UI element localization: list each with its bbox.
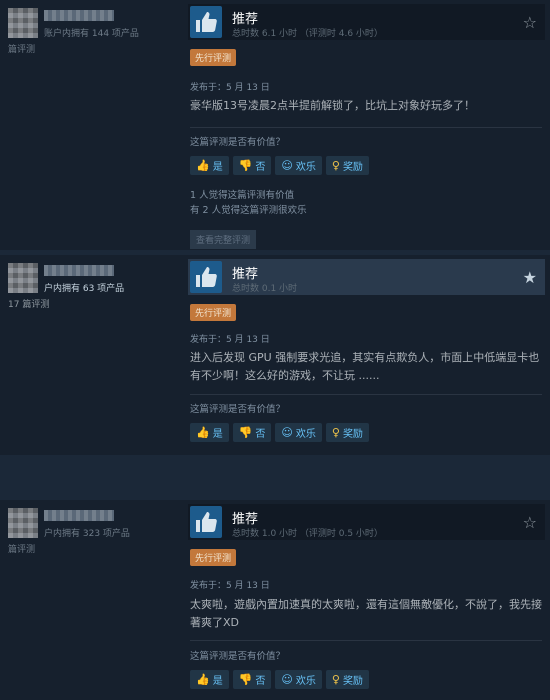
no-label: 否 xyxy=(255,676,266,687)
thumbs-up-icon: 👍 xyxy=(196,159,210,172)
thumbs-up-icon xyxy=(190,506,222,538)
star-icon[interactable]: ★ xyxy=(523,268,537,287)
posted-date: 发布于：5 月 13 日 xyxy=(190,83,270,93)
no-label: 否 xyxy=(255,162,266,173)
yes-label: 是 xyxy=(212,162,223,173)
funny-count: 有 2 人觉得这篇评测很欢乐 xyxy=(190,205,307,216)
no-button[interactable]: 👎 否 xyxy=(232,423,272,442)
posted-date: 发布于：5 月 13 日 xyxy=(190,581,270,591)
playtime: 总时数 0.1 小时 xyxy=(232,284,298,294)
owned-products[interactable]: 户内拥有 63 项产品 xyxy=(44,281,124,294)
recommendation-header[interactable]: 推荐 总时数 6.1 小时 （评测时 4.6 小时） ☆ xyxy=(188,4,545,40)
divider xyxy=(190,394,542,395)
review-content: 推荐 总时数 6.1 小时 （评测时 4.6 小时） ☆ 先行评测 发布于：5 … xyxy=(185,0,550,250)
divider xyxy=(190,640,542,641)
smiley-icon: ☺ xyxy=(281,673,293,686)
award-label: 奖励 xyxy=(342,162,363,173)
read-more-button[interactable]: 查看完整评测 xyxy=(190,230,257,249)
recommendation-title: 推荐 xyxy=(232,12,259,27)
no-label: 否 xyxy=(255,429,266,440)
review-body: 进入后发现 GPU 强制要求光追，其实有点欺负人，市面上中低端显卡也有不少啊！这… xyxy=(190,351,540,382)
vote-buttons: 👍 是 👎 否 ☺ 欢乐 ♀ 奖励 xyxy=(190,423,369,442)
posted-date: 发布于：5 月 13 日 xyxy=(190,335,270,345)
thumbs-up-icon xyxy=(190,261,222,293)
review-card: 账户内拥有 144 项产品 篇评测 推荐 总时数 6.1 小时 （评测时 4.6… xyxy=(0,0,550,250)
award-label: 奖励 xyxy=(342,429,363,440)
avatar[interactable] xyxy=(8,8,38,38)
award-icon: ♀ xyxy=(331,159,340,172)
helpful-question: 这篇评测是否有价值？ xyxy=(190,651,286,662)
early-access-badge: 先行评测 xyxy=(190,549,237,566)
helpful-question: 这篇评测是否有价值？ xyxy=(190,404,286,415)
thumbs-up-icon: 👍 xyxy=(196,426,210,439)
recommendation-title: 推荐 xyxy=(232,512,259,527)
award-icon: ♀ xyxy=(331,673,340,686)
review-count[interactable]: 17 篇评测 xyxy=(8,297,49,310)
helpful-stats: 1 人觉得这篇评测有价值 有 2 人觉得这篇评测很欢乐 xyxy=(190,188,307,218)
username[interactable] xyxy=(44,10,114,21)
owned-products[interactable]: 账户内拥有 144 项产品 xyxy=(44,26,139,39)
yes-button[interactable]: 👍 是 xyxy=(190,670,229,689)
smiley-icon: ☺ xyxy=(281,426,293,439)
star-icon[interactable]: ☆ xyxy=(523,513,537,532)
recommendation-header[interactable]: 推荐 总时数 0.1 小时 ★ xyxy=(188,259,545,295)
owned-products[interactable]: 户内拥有 323 项产品 xyxy=(44,526,130,539)
avatar[interactable] xyxy=(8,508,38,538)
review-count[interactable]: 篇评测 xyxy=(8,42,35,55)
funny-button[interactable]: ☺ 欢乐 xyxy=(275,670,322,689)
funny-label: 欢乐 xyxy=(295,429,316,440)
funny-label: 欢乐 xyxy=(295,676,316,687)
early-access-badge: 先行评测 xyxy=(190,49,237,66)
review-body: 豪华版13号凌晨2点半提前解锁了，比坑上对象好玩多了！ xyxy=(190,99,475,112)
award-button[interactable]: ♀ 奖励 xyxy=(325,156,369,175)
funny-button[interactable]: ☺ 欢乐 xyxy=(275,423,322,442)
yes-label: 是 xyxy=(212,429,223,440)
review-card: 户内拥有 323 项产品 篇评测 推荐 总时数 1.0 小时 （评测时 0.5 … xyxy=(0,500,550,700)
reviewer-info: 户内拥有 63 项产品 17 篇评测 xyxy=(0,255,185,455)
thumbs-down-icon: 👎 xyxy=(238,426,253,439)
playtime: 总时数 1.0 小时 （评测时 0.5 小时） xyxy=(232,529,383,539)
early-access-badge: 先行评测 xyxy=(190,304,237,321)
award-button[interactable]: ♀ 奖励 xyxy=(325,423,369,442)
no-button[interactable]: 👎 否 xyxy=(232,156,272,175)
funny-label: 欢乐 xyxy=(295,162,316,173)
reviewer-info: 账户内拥有 144 项产品 篇评测 xyxy=(0,0,185,250)
vote-buttons: 👍 是 👎 否 ☺ 欢乐 ♀ 奖励 xyxy=(190,670,369,689)
review-content: 推荐 总时数 1.0 小时 （评测时 0.5 小时） ☆ 先行评测 发布于：5 … xyxy=(185,500,550,700)
helpful-question: 这篇评测是否有价值？ xyxy=(190,137,286,148)
thumbs-up-icon xyxy=(190,6,222,38)
thumbs-down-icon: 👎 xyxy=(238,673,253,686)
no-button[interactable]: 👎 否 xyxy=(232,670,272,689)
award-button[interactable]: ♀ 奖励 xyxy=(325,670,369,689)
thumbs-up-icon: 👍 xyxy=(196,673,210,686)
review-card: 户内拥有 63 项产品 17 篇评测 推荐 总时数 0.1 小时 ★ 先行评测 … xyxy=(0,255,550,455)
review-count[interactable]: 篇评测 xyxy=(8,542,35,555)
username[interactable] xyxy=(44,510,114,521)
review-body: 太爽啦，遊戲內置加速真的太爽啦，還有這個無敵優化，不說了，我先接著爽了XD xyxy=(190,598,542,629)
funny-button[interactable]: ☺ 欢乐 xyxy=(275,156,322,175)
award-icon: ♀ xyxy=(331,426,340,439)
recommendation-title: 推荐 xyxy=(232,267,259,282)
yes-label: 是 xyxy=(212,676,223,687)
recommendation-header[interactable]: 推荐 总时数 1.0 小时 （评测时 0.5 小时） ☆ xyxy=(188,504,545,540)
thumbs-down-icon: 👎 xyxy=(238,159,253,172)
playtime: 总时数 6.1 小时 （评测时 4.6 小时） xyxy=(232,29,383,39)
smiley-icon: ☺ xyxy=(281,159,293,172)
yes-button[interactable]: 👍 是 xyxy=(190,423,229,442)
review-content: 推荐 总时数 0.1 小时 ★ 先行评测 发布于：5 月 13 日 进入后发现 … xyxy=(185,255,550,455)
reviewer-info: 户内拥有 323 项产品 篇评测 xyxy=(0,500,185,700)
avatar[interactable] xyxy=(8,263,38,293)
star-icon[interactable]: ☆ xyxy=(523,13,537,32)
vote-buttons: 👍 是 👎 否 ☺ 欢乐 ♀ 奖励 xyxy=(190,156,369,175)
username[interactable] xyxy=(44,265,114,276)
yes-button[interactable]: 👍 是 xyxy=(190,156,229,175)
divider xyxy=(190,127,542,128)
award-label: 奖励 xyxy=(342,676,363,687)
helpful-count: 1 人觉得这篇评测有价值 xyxy=(190,190,295,201)
